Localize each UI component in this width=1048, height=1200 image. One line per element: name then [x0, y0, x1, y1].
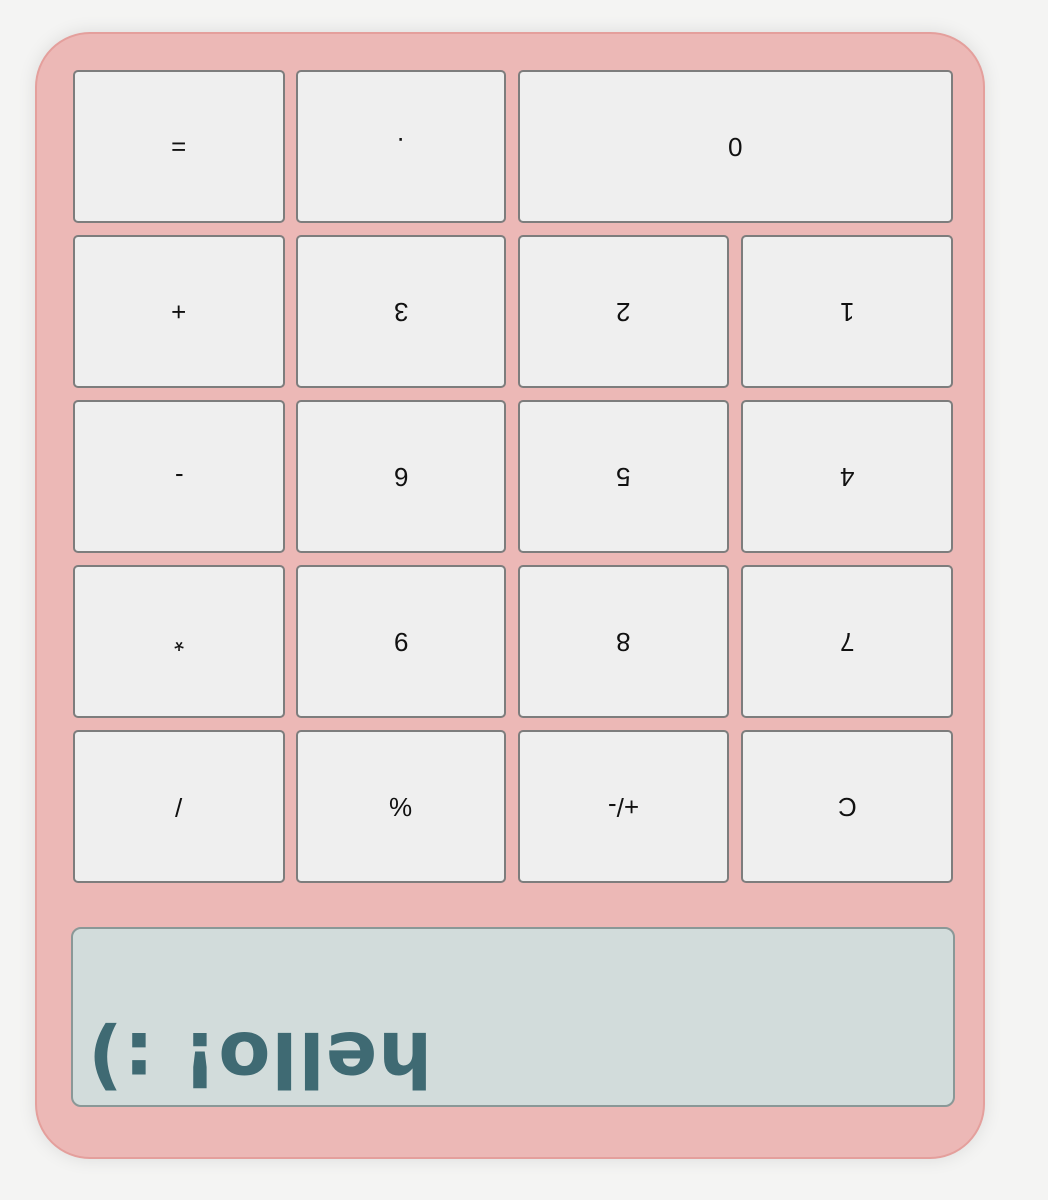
five-button-label: 5 — [616, 461, 631, 492]
divide-button-label: / — [175, 791, 183, 822]
five-button[interactable]: 5 — [518, 400, 729, 553]
equals-button-label: = — [171, 131, 187, 162]
decimal-button-label: . — [397, 131, 405, 162]
two-button-label: 2 — [616, 296, 631, 327]
seven-button-label: 7 — [839, 626, 855, 657]
three-button-label: 3 — [393, 296, 409, 327]
sign-toggle-button[interactable]: +/- — [518, 730, 729, 883]
plus-button[interactable]: + — [73, 235, 285, 388]
nine-button-label: 9 — [393, 626, 409, 657]
equals-button[interactable]: = — [73, 70, 285, 223]
six-button[interactable]: 6 — [296, 400, 506, 553]
minus-button-label: - — [174, 461, 184, 492]
eight-button-label: 8 — [616, 626, 631, 657]
two-button[interactable]: 2 — [518, 235, 729, 388]
display-readout: hello! :) — [87, 1015, 433, 1104]
six-button-label: 6 — [393, 461, 409, 492]
multiply-button-label: * — [173, 626, 185, 657]
clear-button[interactable]: C — [741, 730, 953, 883]
plus-button-label: + — [171, 296, 187, 327]
zero-button-label: 0 — [728, 131, 743, 162]
minus-button[interactable]: - — [73, 400, 285, 553]
percent-button-label: % — [389, 791, 413, 822]
four-button-label: 4 — [839, 461, 855, 492]
one-button-label: 1 — [839, 296, 855, 327]
calculator-body: = . 0 + 3 2 1 - 6 5 4 * 9 8 7 / % +/- C … — [35, 32, 985, 1159]
three-button[interactable]: 3 — [296, 235, 506, 388]
seven-button[interactable]: 7 — [741, 565, 953, 718]
four-button[interactable]: 4 — [741, 400, 953, 553]
sign-toggle-button-label: +/- — [607, 791, 640, 822]
calculator-display: hello! :) — [71, 927, 955, 1107]
divide-button[interactable]: / — [73, 730, 285, 883]
multiply-button[interactable]: * — [73, 565, 285, 718]
decimal-button[interactable]: . — [296, 70, 506, 223]
clear-button-label: C — [837, 791, 857, 822]
nine-button[interactable]: 9 — [296, 565, 506, 718]
zero-button[interactable]: 0 — [518, 70, 953, 223]
percent-button[interactable]: % — [296, 730, 506, 883]
eight-button[interactable]: 8 — [518, 565, 729, 718]
one-button[interactable]: 1 — [741, 235, 953, 388]
